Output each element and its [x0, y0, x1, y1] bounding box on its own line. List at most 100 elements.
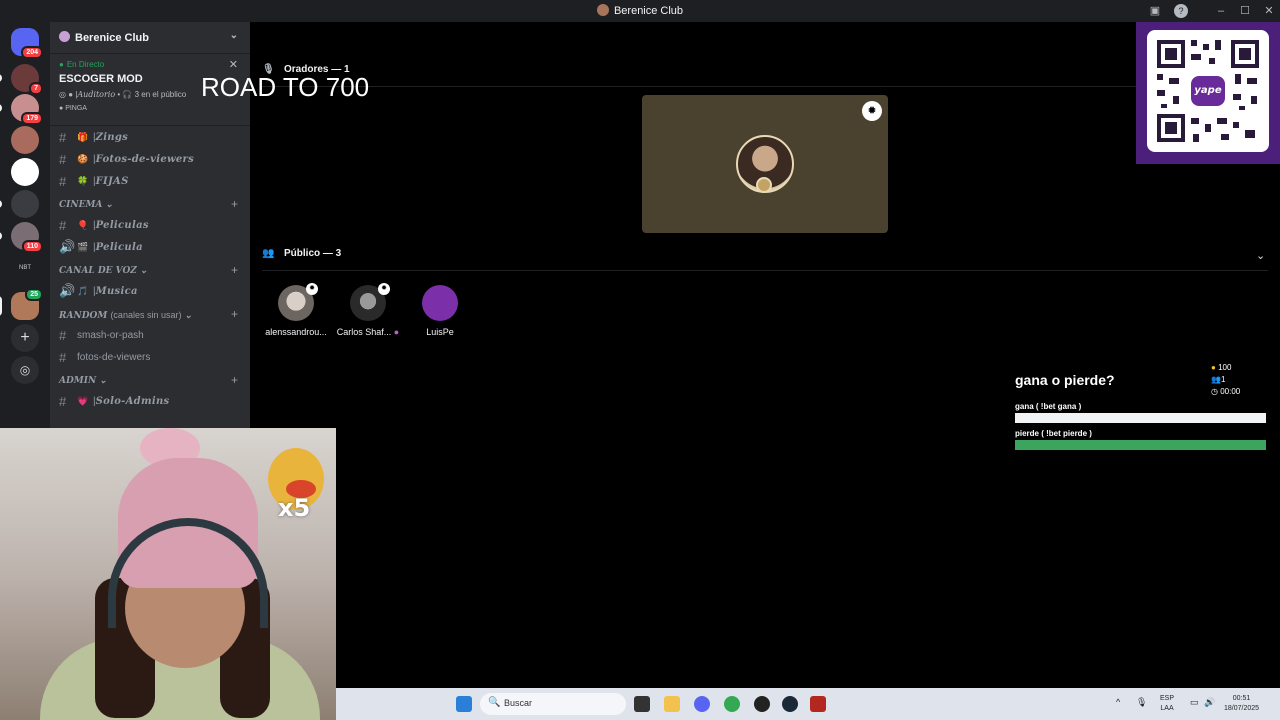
voice-channel-item[interactable]: 🔊 🎬 | Pelicula — [50, 236, 250, 258]
nbt-server-icon[interactable]: NBT — [11, 254, 39, 282]
obs-icon[interactable] — [754, 696, 770, 712]
audience-member[interactable]: ✹ Carlos Shaf... ● — [333, 283, 403, 337]
voice-channel-item[interactable]: 🔊 🎵 | Musica — [50, 280, 250, 302]
divider — [262, 270, 1268, 271]
unread-indicator — [0, 104, 2, 112]
server-icon[interactable]: 110 — [0, 222, 43, 253]
channel-item[interactable]: # smash-or-pash — [50, 324, 250, 346]
bet-option-bar — [1015, 413, 1266, 423]
moderator-icon: ✹ — [378, 283, 390, 295]
task-view-icon[interactable] — [634, 696, 650, 712]
avatar — [422, 285, 458, 321]
audience-header: 👥 Público — 3 — [262, 248, 342, 259]
bet-stats: ● 100 👥1 ◷ 00:00 — [1211, 363, 1241, 396]
server-icon[interactable] — [11, 126, 39, 154]
add-channel-icon[interactable]: + — [231, 307, 238, 321]
taskbar-search[interactable]: 🔍 Buscar — [480, 693, 626, 715]
hash-icon: # — [59, 393, 67, 409]
add-channel-icon[interactable]: + — [231, 263, 238, 277]
discord-icon[interactable] — [694, 696, 710, 712]
category-random[interactable]: RANDOM (canales sin usar) ⌄ + — [50, 302, 250, 324]
qr-code: yape — [1147, 30, 1269, 152]
server-avatar-icon — [596, 4, 609, 16]
channel-item[interactable]: # 🍪 | Fotos-de-viewers — [50, 148, 250, 170]
unread-indicator — [0, 232, 2, 240]
server-icon[interactable] — [0, 190, 39, 218]
server-icon[interactable]: 179 — [0, 94, 43, 125]
window-title: Berenice Club — [0, 4, 1280, 17]
speaker-tile[interactable]: ✹ — [642, 95, 888, 233]
divider — [262, 86, 1268, 87]
hash-icon: # — [59, 129, 67, 145]
bet-option-bar — [1015, 440, 1266, 450]
mention-badge: 110 — [21, 240, 43, 253]
title-bar: Berenice Club ▣ ? – ☐ ✕ — [0, 0, 1280, 22]
category-admin[interactable]: ADMIN ⌄ + — [50, 368, 250, 390]
channel-item[interactable]: # fotos-de-viewers — [50, 346, 250, 368]
bet-widget: ● 100 👥1 ◷ 00:00 gana o pierde? gana ( !… — [1015, 362, 1267, 450]
webcam-overlay: x5 — [0, 428, 336, 720]
dota-icon[interactable] — [810, 696, 826, 712]
microphone-icon[interactable]: 🎙 — [1136, 697, 1147, 707]
moderator-icon: ✹ — [862, 101, 882, 121]
hash-icon: # — [59, 151, 67, 167]
add-channel-icon[interactable]: + — [231, 373, 238, 387]
mention-badge: 7 — [29, 82, 43, 95]
bet-option-label: gana ( !bet gana ) — [1015, 402, 1082, 411]
live-status: En Directo — [59, 60, 241, 69]
file-explorer-icon[interactable] — [664, 696, 680, 712]
server-flower-icon — [59, 31, 70, 42]
unread-indicator — [0, 74, 2, 82]
chevron-down-icon[interactable]: ⌄ — [230, 30, 238, 41]
multiplier-text: x5 — [278, 494, 311, 522]
audience-member[interactable]: LuisPe — [405, 285, 475, 337]
yape-logo: yape — [1191, 76, 1225, 106]
qr-code-overlay: yape — [1136, 22, 1280, 164]
windows-start-icon[interactable] — [456, 696, 472, 712]
add-channel-icon[interactable]: + — [231, 197, 238, 211]
server-header[interactable]: Berenice Club ⌄ — [50, 22, 250, 54]
search-icon: 🔍 — [488, 697, 501, 708]
channel-item[interactable]: # 🎈 | Peliculas — [50, 214, 250, 236]
avatar: ✹ — [350, 283, 390, 321]
add-server-icon[interactable]: + — [11, 324, 39, 352]
discord-home-icon[interactable]: 204 — [11, 28, 43, 59]
maximize-button[interactable]: ☐ — [1236, 3, 1254, 19]
mention-badge: 179 — [21, 112, 43, 125]
collapse-chevron-icon[interactable]: ⌄ — [1256, 249, 1265, 262]
channel-item[interactable]: # 🍀 | FIJAS — [50, 170, 250, 192]
avatar: ✹ — [278, 283, 318, 321]
explore-icon[interactable]: ◎ — [11, 356, 39, 384]
avatar-decoration — [756, 177, 772, 193]
road-overlay-text: ROAD TO 700 — [201, 72, 370, 102]
channel-item[interactable]: # 💗 | Solo-Admins — [50, 390, 250, 412]
unread-indicator — [0, 200, 2, 208]
channel-item[interactable]: # 🎁 | Zings — [50, 126, 250, 148]
inbox-icon[interactable]: ▣ — [1146, 3, 1164, 19]
chevron-up-icon[interactable]: ^ — [1116, 697, 1120, 707]
audience-member[interactable]: ✹ alenssandrou... — [261, 283, 331, 337]
taskbar: 🔍 Buscar ^ 🎙 ESP LAA ▭ 🔊 00:51 18/07/2025 — [336, 688, 1280, 720]
close-button[interactable]: ✕ — [1260, 3, 1278, 19]
hash-icon: # — [59, 349, 67, 365]
category-cinema[interactable]: CINEMA ⌄ + — [50, 192, 250, 214]
server-icon[interactable]: 7 — [0, 64, 43, 95]
help-icon[interactable]: ? — [1174, 4, 1188, 18]
network-icon[interactable]: ▭ — [1190, 697, 1199, 707]
speaker-icon: 🔊 — [59, 283, 76, 298]
close-icon[interactable]: ✕ — [229, 58, 238, 71]
volume-icon[interactable]: 🔊 — [1204, 697, 1215, 707]
nitro-icon: ● — [393, 327, 400, 337]
selected-indicator — [0, 296, 2, 316]
hello-kitty-server-icon[interactable] — [11, 158, 39, 186]
minimize-button[interactable]: – — [1212, 3, 1230, 19]
coin-icon: ● — [1211, 363, 1216, 372]
speaker-icon: 🔊 — [59, 239, 76, 254]
server-icon-selected[interactable]: 25 — [0, 288, 43, 320]
language-indicator[interactable]: ESP LAA — [1160, 694, 1174, 714]
steam-icon[interactable] — [782, 696, 798, 712]
chrome-icon[interactable] — [724, 696, 740, 712]
bet-option-label: pierde ( !bet pierde ) — [1015, 429, 1092, 438]
clock[interactable]: 00:51 18/07/2025 — [1224, 694, 1259, 714]
category-voice[interactable]: CANAL DE VOZ ⌄ + — [50, 258, 250, 280]
